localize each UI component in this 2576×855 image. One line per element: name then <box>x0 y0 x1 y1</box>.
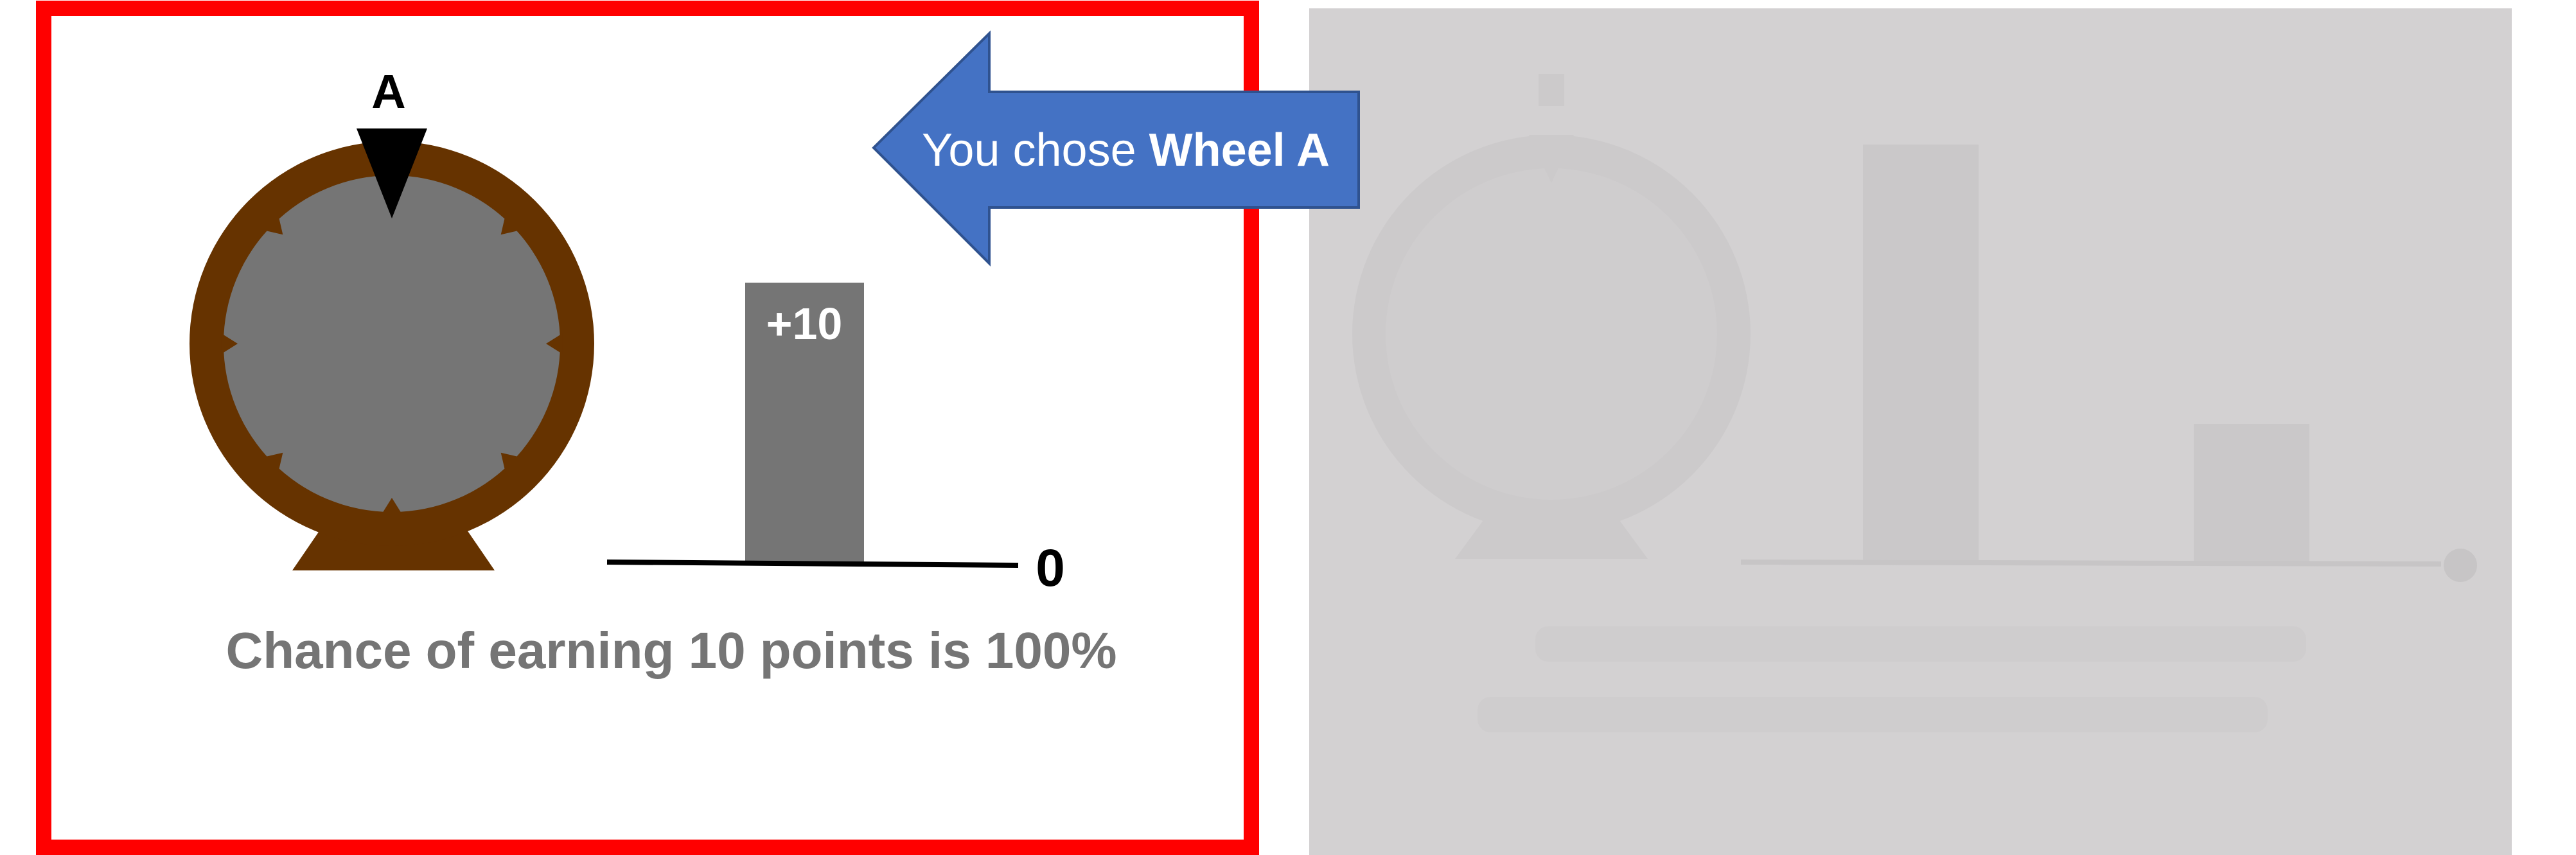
wheel-b-panel <box>1309 8 2512 855</box>
baseline-axis <box>606 560 1019 568</box>
faded-baseline-label <box>2444 549 2477 582</box>
choice-wheel-name: Wheel A <box>1149 125 1330 176</box>
wheel-label: A <box>371 65 405 118</box>
faded-caption-line-2 <box>1478 697 2268 732</box>
faded-caption-line-1 <box>1535 626 2306 662</box>
choice-arrow: You chose Wheel A <box>872 30 1360 267</box>
choice-prefix: You chose <box>922 125 1149 176</box>
outcome-bar-label: +10 <box>766 299 843 349</box>
chance-caption: Chance of earning 10 points is 100% <box>225 622 1116 679</box>
faded-bar-high <box>1863 145 1979 562</box>
baseline-label: 0 <box>1036 539 1065 597</box>
choice-feedback-canvas: A +10 0 Chance of earning 10 points is 1… <box>36 1 2512 855</box>
faded-baseline <box>1740 560 2442 567</box>
faded-pointer-label <box>1539 74 1564 106</box>
faded-bar-low <box>2194 424 2309 562</box>
choice-arrow-text: You chose Wheel A <box>922 125 1330 176</box>
